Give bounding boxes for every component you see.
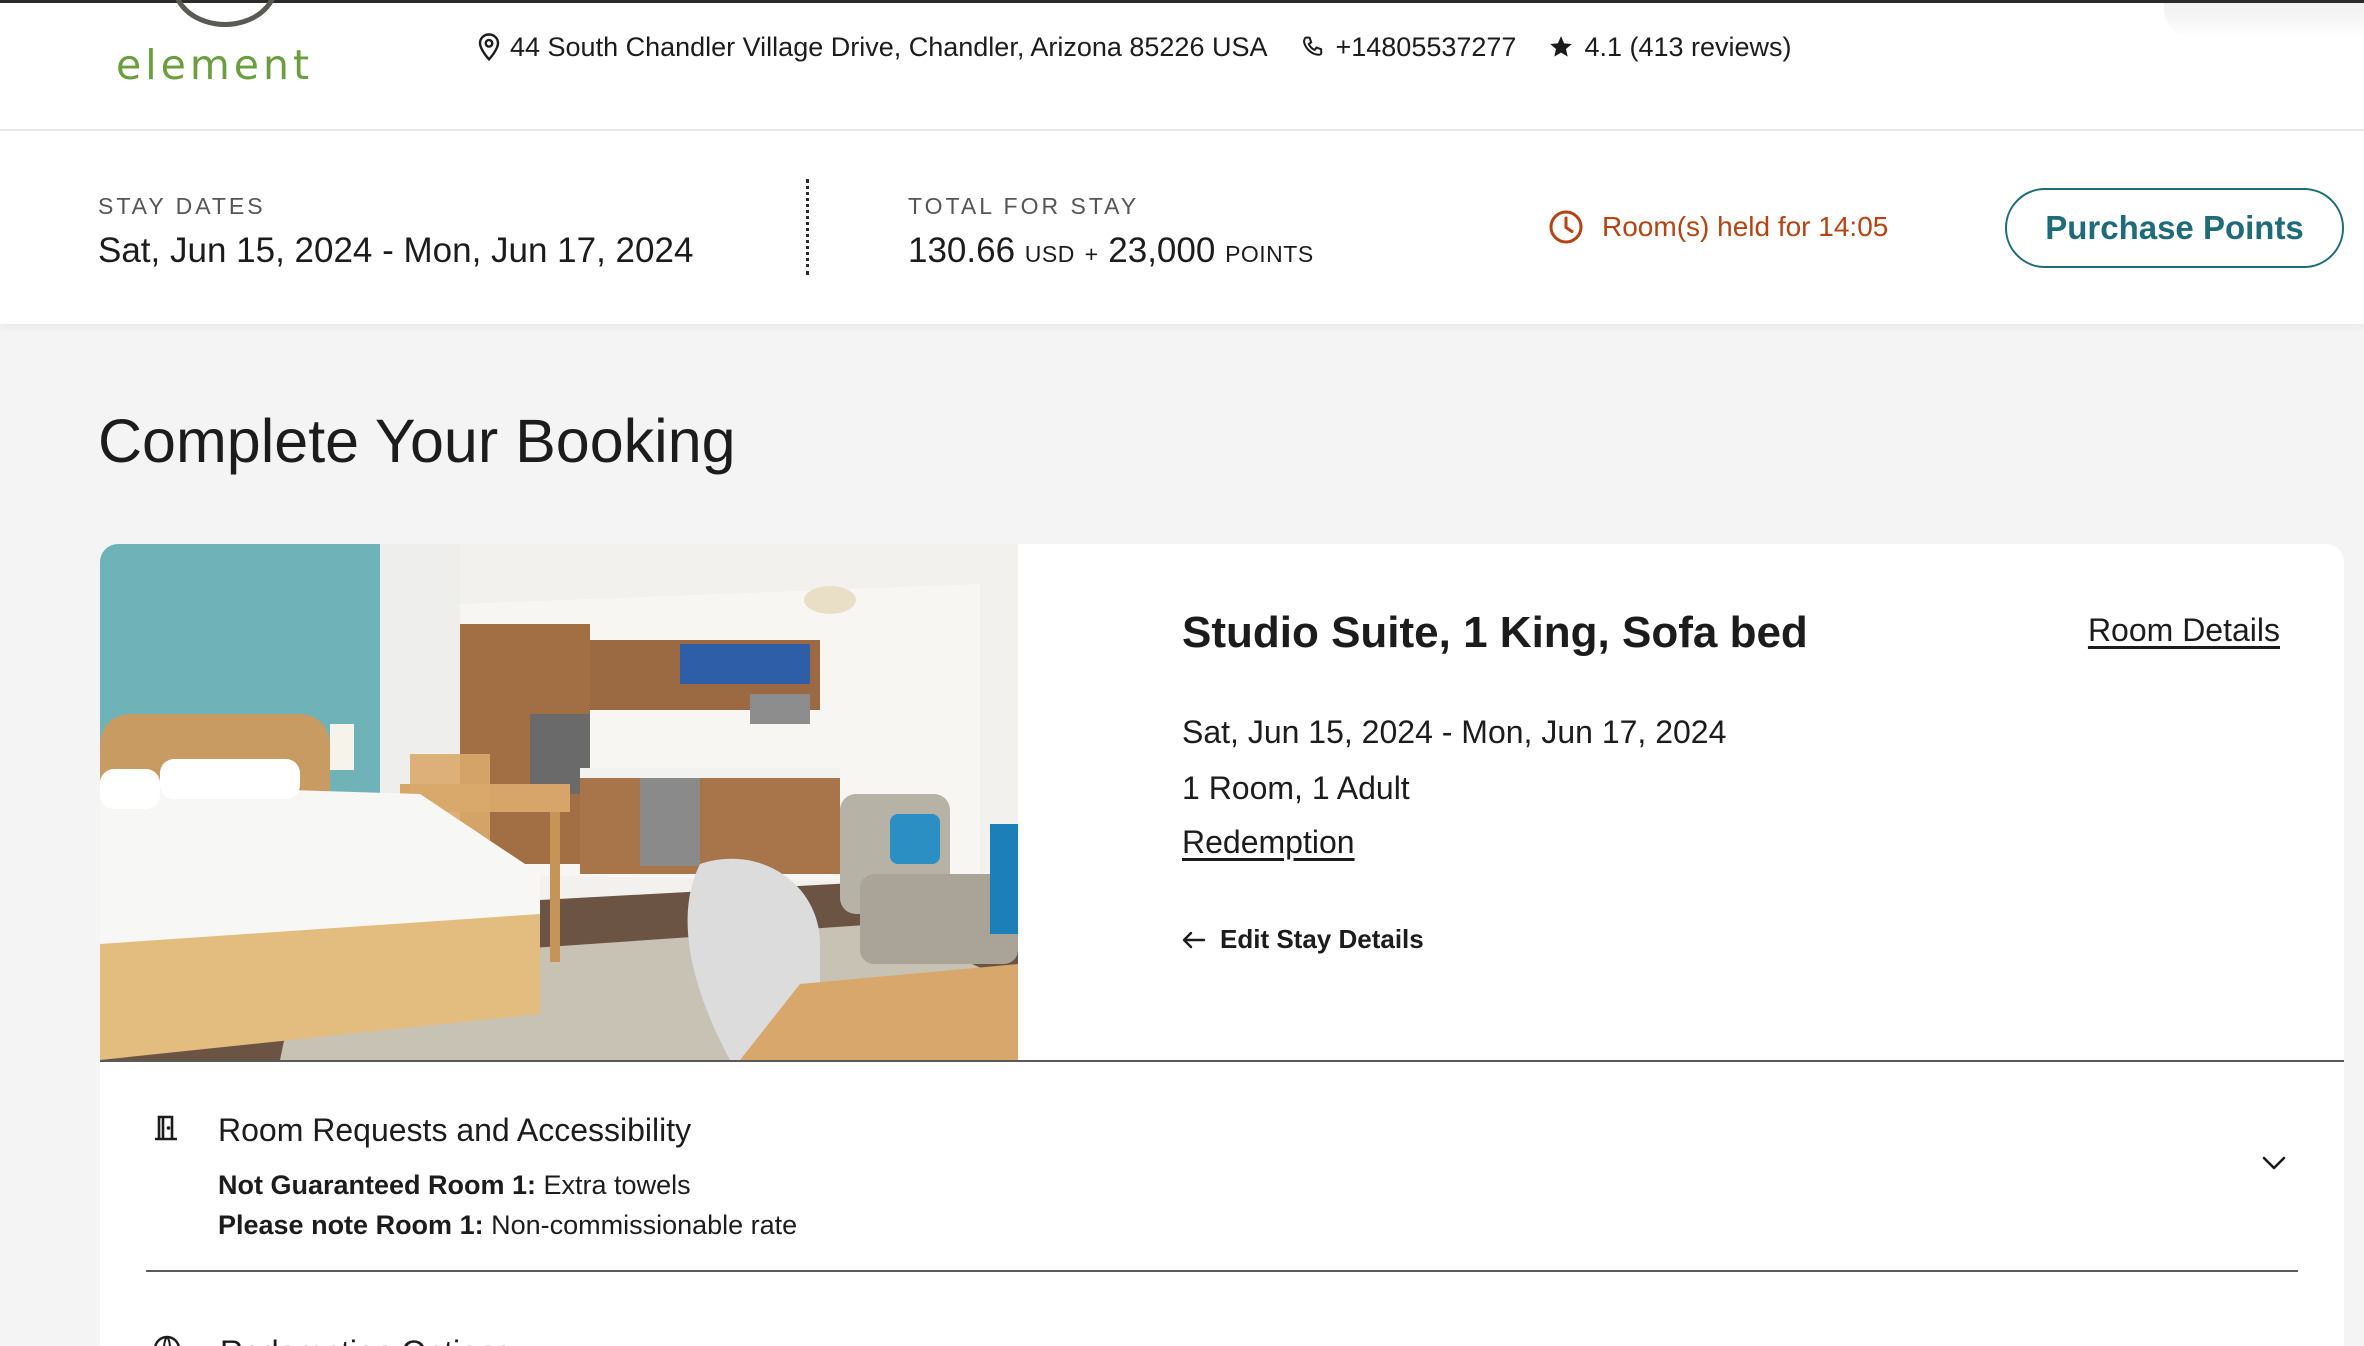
door-icon <box>155 1115 177 1141</box>
total-currency: USD <box>1024 241 1075 267</box>
total-amount: 130.66 <box>908 231 1016 270</box>
room-name: Studio Suite, 1 King, Sofa bed <box>1182 608 1808 657</box>
room-photo <box>100 544 1018 1060</box>
address-text: 44 South Chandler Village Drive, Chandle… <box>510 31 1268 62</box>
redemption-link[interactable]: Redemption <box>1182 824 1355 861</box>
arrow-left-icon <box>1182 931 1206 948</box>
room-booking-card: Studio Suite, 1 King, Sofa bed Room Deta… <box>100 544 2344 1346</box>
request-label-1: Not Guaranteed Room 1: <box>218 1170 537 1200</box>
hotel-info: 44 South Chandler Village Drive, Chandle… <box>478 27 1792 67</box>
globe-icon <box>154 1335 180 1346</box>
request-line-1: Not Guaranteed Room 1: Extra towels <box>218 1170 691 1201</box>
room-info: Studio Suite, 1 King, Sofa bed Room Deta… <box>1018 544 2344 1060</box>
requests-title: Room Requests and Accessibility <box>218 1112 692 1148</box>
request-line-2: Please note Room 1: Non-commissionable r… <box>218 1210 797 1241</box>
room-occupancy: 1 Room, 1 Adult <box>1182 770 1410 806</box>
total-points: 23,000 <box>1108 231 1216 270</box>
phone-icon <box>1303 36 1323 56</box>
logo-arc <box>172 0 278 27</box>
room-hold-timer: Room(s) held for 14:05 <box>1548 209 1888 245</box>
hotel-rating[interactable]: 4.1 (413 reviews) <box>1548 31 1792 63</box>
brand-logo[interactable]: element <box>116 0 326 103</box>
hotel-phone[interactable]: +14805537277 <box>1301 32 1516 63</box>
requests-divider <box>146 1270 2298 1272</box>
logo-text: element <box>116 41 314 89</box>
total-value: 130.66 USD + 23,000 POINTS <box>908 231 1314 271</box>
request-label-2: Please note Room 1: <box>218 1210 484 1240</box>
total-plus: + <box>1084 241 1099 267</box>
chevron-down-icon[interactable] <box>2260 1154 2288 1172</box>
stay-summary-bar: STAY DATES Sat, Jun 15, 2024 - Mon, Jun … <box>0 131 2364 324</box>
edit-stay-details-link[interactable]: Edit Stay Details <box>1182 924 1424 955</box>
redemption-options-title[interactable]: Redemption Options <box>220 1334 512 1346</box>
hotel-address[interactable]: 44 South Chandler Village Drive, Chandle… <box>478 32 1267 63</box>
page-title: Complete Your Booking <box>98 407 736 475</box>
hold-text: Room(s) held for 14:05 <box>1602 211 1889 242</box>
points-label: POINTS <box>1225 241 1314 267</box>
room-details-link[interactable]: Room Details <box>2088 612 2280 649</box>
location-pin-icon <box>478 33 500 61</box>
request-value-1: Extra towels <box>536 1170 691 1200</box>
phone-text: +14805537277 <box>1335 31 1517 62</box>
room-dates: Sat, Jun 15, 2024 - Mon, Jun 17, 2024 <box>1182 714 1727 750</box>
star-icon <box>1550 36 1573 57</box>
stay-dates-label: STAY DATES <box>98 193 266 219</box>
summary-divider <box>806 179 809 275</box>
stay-dates-value: Sat, Jun 15, 2024 - Mon, Jun 17, 2024 <box>98 231 694 270</box>
clock-icon <box>1549 210 1583 244</box>
total-label: TOTAL FOR STAY <box>908 193 1140 219</box>
purchase-points-button[interactable]: Purchase Points <box>2005 188 2344 268</box>
request-value-2: Non-commissionable rate <box>483 1210 798 1240</box>
edit-stay-label: Edit Stay Details <box>1220 924 1424 954</box>
header-shadow <box>2164 3 2364 39</box>
room-requests-section[interactable]: Room Requests and Accessibility Not Guar… <box>100 1062 2344 1346</box>
hotel-header: element 44 South Chandler Village Drive,… <box>0 0 2364 131</box>
rating-text: 4.1 (413 reviews) <box>1584 31 1792 62</box>
